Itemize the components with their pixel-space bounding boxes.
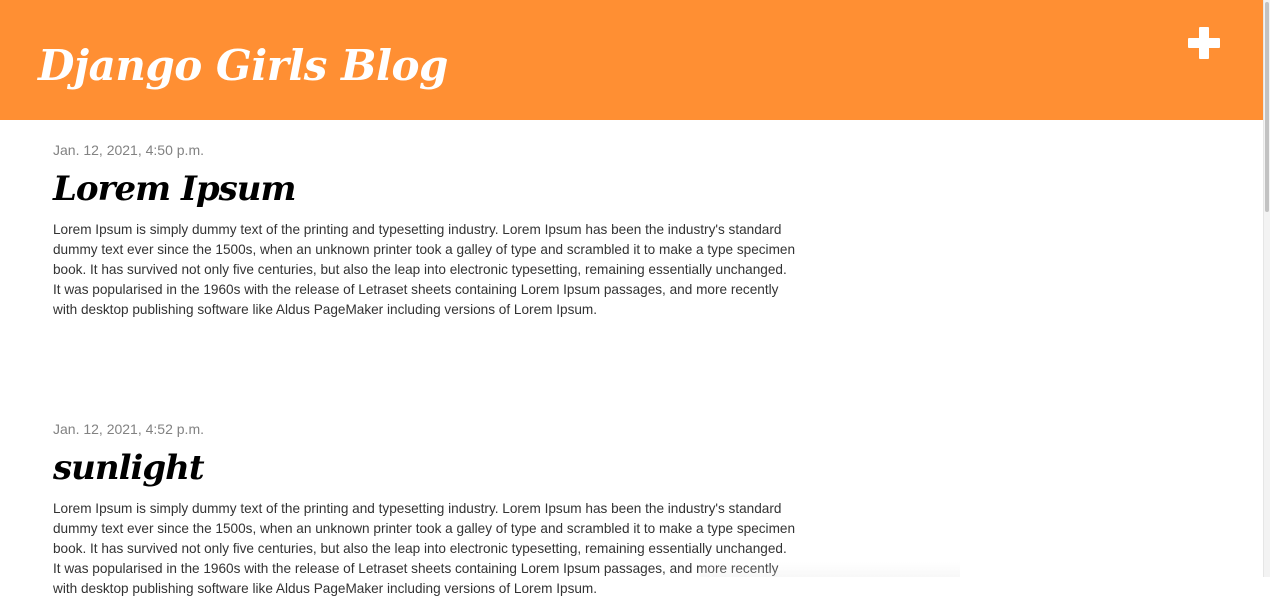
post-body: Lorem Ipsum is simply dummy text of the … xyxy=(53,501,796,596)
post-body: Lorem Ipsum is simply dummy text of the … xyxy=(53,222,796,317)
post-date: Jan. 12, 2021, 4:50 p.m. xyxy=(53,142,204,158)
site-title-link[interactable]: Django Girls Blog xyxy=(38,38,448,94)
post-date: Jan. 12, 2021, 4:52 p.m. xyxy=(53,421,204,437)
scrollbar-thumb[interactable] xyxy=(1265,2,1269,212)
post-title-link[interactable]: sunlight xyxy=(53,443,205,493)
page-header: Django Girls Blog xyxy=(0,0,1263,120)
add-post-button[interactable] xyxy=(1186,25,1222,61)
plus-icon xyxy=(1188,27,1220,59)
post-title-link[interactable]: Lorem Ipsum xyxy=(53,164,296,214)
vertical-scrollbar[interactable] xyxy=(1263,0,1270,577)
